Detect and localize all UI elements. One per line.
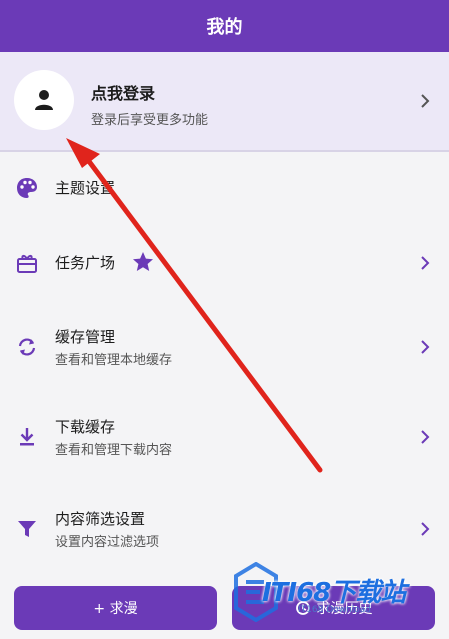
login-card[interactable]: 点我登录 登录后享受更多功能: [0, 52, 449, 152]
gift-icon: [17, 255, 37, 273]
chevron-right-icon: [421, 522, 430, 536]
menu-item-label: 缓存管理: [55, 328, 116, 346]
filter-icon: [18, 521, 36, 537]
bottom-action-bar: + 求漫 求漫历史: [0, 575, 449, 639]
app-header: 我的: [0, 0, 449, 52]
chevron-right-icon: [421, 430, 430, 444]
menu-item-content-filter[interactable]: 内容筛选设置 设置内容过滤选项: [0, 484, 449, 572]
sync-icon: [18, 338, 36, 356]
menu-item-desc: 查看和管理下载内容: [55, 443, 173, 458]
history-icon: [295, 601, 310, 615]
login-subtitle: 登录后享受更多功能: [91, 113, 209, 128]
chevron-right-icon: [421, 340, 430, 354]
menu-item-download-cache[interactable]: 下载缓存 查看和管理下载内容: [0, 392, 449, 480]
avatar[interactable]: [14, 70, 74, 130]
palette-icon: [17, 178, 37, 198]
menu-item-label: 任务广场: [55, 254, 116, 272]
star-icon: [133, 252, 153, 271]
menu-item-cache-management[interactable]: 缓存管理 查看和管理本地缓存: [0, 302, 449, 390]
menu-item-label: 下载缓存: [55, 418, 116, 436]
request-history-button[interactable]: 求漫历史: [232, 586, 435, 630]
request-manga-label: + 求漫: [93, 601, 138, 617]
menu-item-desc: 设置内容过滤选项: [55, 535, 160, 550]
request-history-label: 求漫历史: [316, 601, 373, 617]
person-icon: [35, 90, 53, 110]
request-manga-button[interactable]: + 求漫: [14, 586, 217, 630]
login-title: 点我登录: [91, 84, 156, 103]
download-icon: [20, 428, 34, 446]
menu-item-desc: 查看和管理本地缓存: [55, 353, 173, 368]
chevron-right-icon: [421, 94, 430, 108]
page-title: 我的: [206, 17, 243, 38]
menu-item-label: 内容筛选设置: [55, 510, 146, 528]
menu-item-label: 主题设置: [55, 179, 116, 197]
chevron-right-icon: [421, 256, 430, 270]
menu-item-task-square[interactable]: 任务广场: [0, 218, 449, 306]
